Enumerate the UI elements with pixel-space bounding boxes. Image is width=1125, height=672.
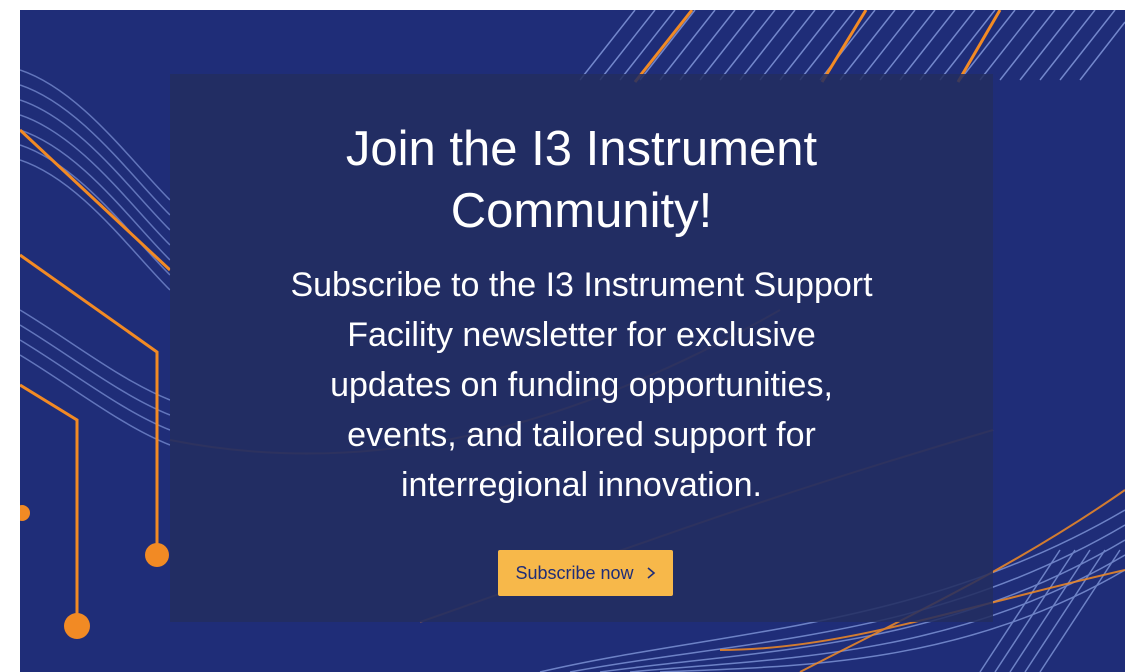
headline: Join the I3 Instrument Community! bbox=[170, 118, 993, 242]
headline-line: Join the I3 Instrument bbox=[345, 122, 818, 176]
description: Subscribe to the I3 Instrument Support F… bbox=[170, 260, 993, 510]
left-light-waves bbox=[20, 69, 171, 446]
description-line: interregional innovation. bbox=[400, 466, 763, 504]
newsletter-banner: Join the I3 Instrument Community! Subscr… bbox=[20, 10, 1125, 672]
subscribe-now-label: Subscribe now bbox=[515, 563, 634, 583]
content-panel: Join the I3 Instrument Community! Subscr… bbox=[170, 74, 993, 622]
top-right-orange-lines bbox=[633, 10, 1002, 83]
subscribe-now-button[interactable]: Subscribe now bbox=[498, 550, 673, 596]
chevron-right-icon bbox=[647, 567, 655, 579]
left-orange-circuit-nodes bbox=[20, 505, 169, 639]
headline-line: Community! bbox=[450, 184, 713, 238]
description-line: updates on funding opportunities, bbox=[330, 366, 833, 404]
description-line: Facility newsletter for exclusive bbox=[347, 316, 816, 354]
top-right-light-lines bbox=[579, 10, 1125, 81]
description-line: Subscribe to the I3 Instrument Support bbox=[290, 266, 873, 304]
description-line: events, and tailored support for bbox=[347, 416, 816, 454]
